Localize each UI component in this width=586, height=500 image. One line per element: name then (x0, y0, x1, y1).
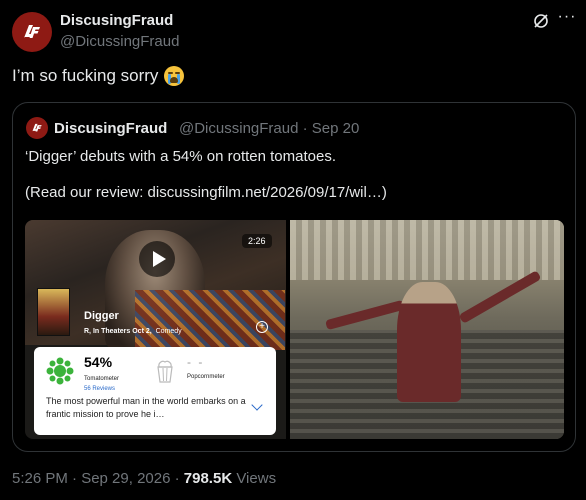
movie-meta-rating: R, In Theaters Oct 2, (84, 328, 152, 335)
avatar[interactable] (12, 12, 52, 52)
views-label: Views (232, 470, 277, 487)
video-card[interactable]: 2:26 Digger R, In Theaters Oct 2, Comedy… (25, 220, 286, 439)
play-icon[interactable] (139, 241, 175, 277)
quoted-review-link-text: (Read our review: discussingfilm.net/202… (25, 184, 387, 201)
crying-face-icon (164, 66, 185, 86)
tweet-footer: 5:26 PM · Sep 29, 2026 · 798.5K Views (12, 470, 276, 487)
quoted-author-name: DiscusingFraud (54, 120, 168, 137)
movie-synopsis: The most powerful man in the world embar… (46, 396, 246, 419)
rotten-tomatoes-card[interactable]: 54% Tomatometer 56 Reviews - - Popcornme… (34, 347, 276, 435)
more-options-icon[interactable]: ··· (557, 9, 577, 31)
quoted-handle-date: @DicussingFraud · Sep 20 (179, 120, 360, 137)
movie-meta: R, In Theaters Oct 2, Comedy (84, 328, 182, 335)
movie-title: Digger (84, 310, 119, 322)
popcorn-bucket-icon (157, 360, 173, 383)
tomatometer-splat-icon (46, 357, 74, 385)
tweet-text: I’m so fucking sorry (12, 66, 185, 86)
popcornmeter-score: - - (187, 355, 205, 369)
author-name[interactable]: DiscusingFraud (60, 12, 173, 29)
view-count: 798.5K (183, 470, 233, 487)
popcornmeter-label: Popcornmeter (187, 374, 225, 380)
movie-poster (37, 288, 70, 336)
arena-scene (290, 220, 564, 439)
movie-still-image[interactable] (290, 220, 564, 439)
quoted-avatar (26, 117, 48, 139)
video-duration: 2:26 (242, 234, 272, 248)
review-count-link[interactable]: 56 Reviews (84, 386, 115, 392)
author-handle[interactable]: @DicussingFraud (60, 33, 179, 50)
movie-meta-genre: Comedy (155, 328, 182, 335)
tomatometer-label: Tomatometer (84, 376, 120, 382)
quoted-text-line: ‘Digger’ debuts with a 54% on rotten tom… (25, 148, 337, 165)
tomatometer-score: 54% (84, 354, 113, 370)
discussingfilm-logo-icon (24, 25, 40, 38)
add-icon[interactable]: + (256, 321, 268, 333)
tweet-body: I’m so fucking sorry (12, 66, 159, 85)
quoted-tweet[interactable]: DiscusingFraud @DicussingFraud · Sep 20 … (12, 102, 576, 452)
grok-icon[interactable] (532, 12, 550, 30)
post-timestamp[interactable]: 5:26 PM · Sep 29, 2026 · (12, 470, 184, 487)
discussingfilm-logo-icon (32, 123, 42, 132)
